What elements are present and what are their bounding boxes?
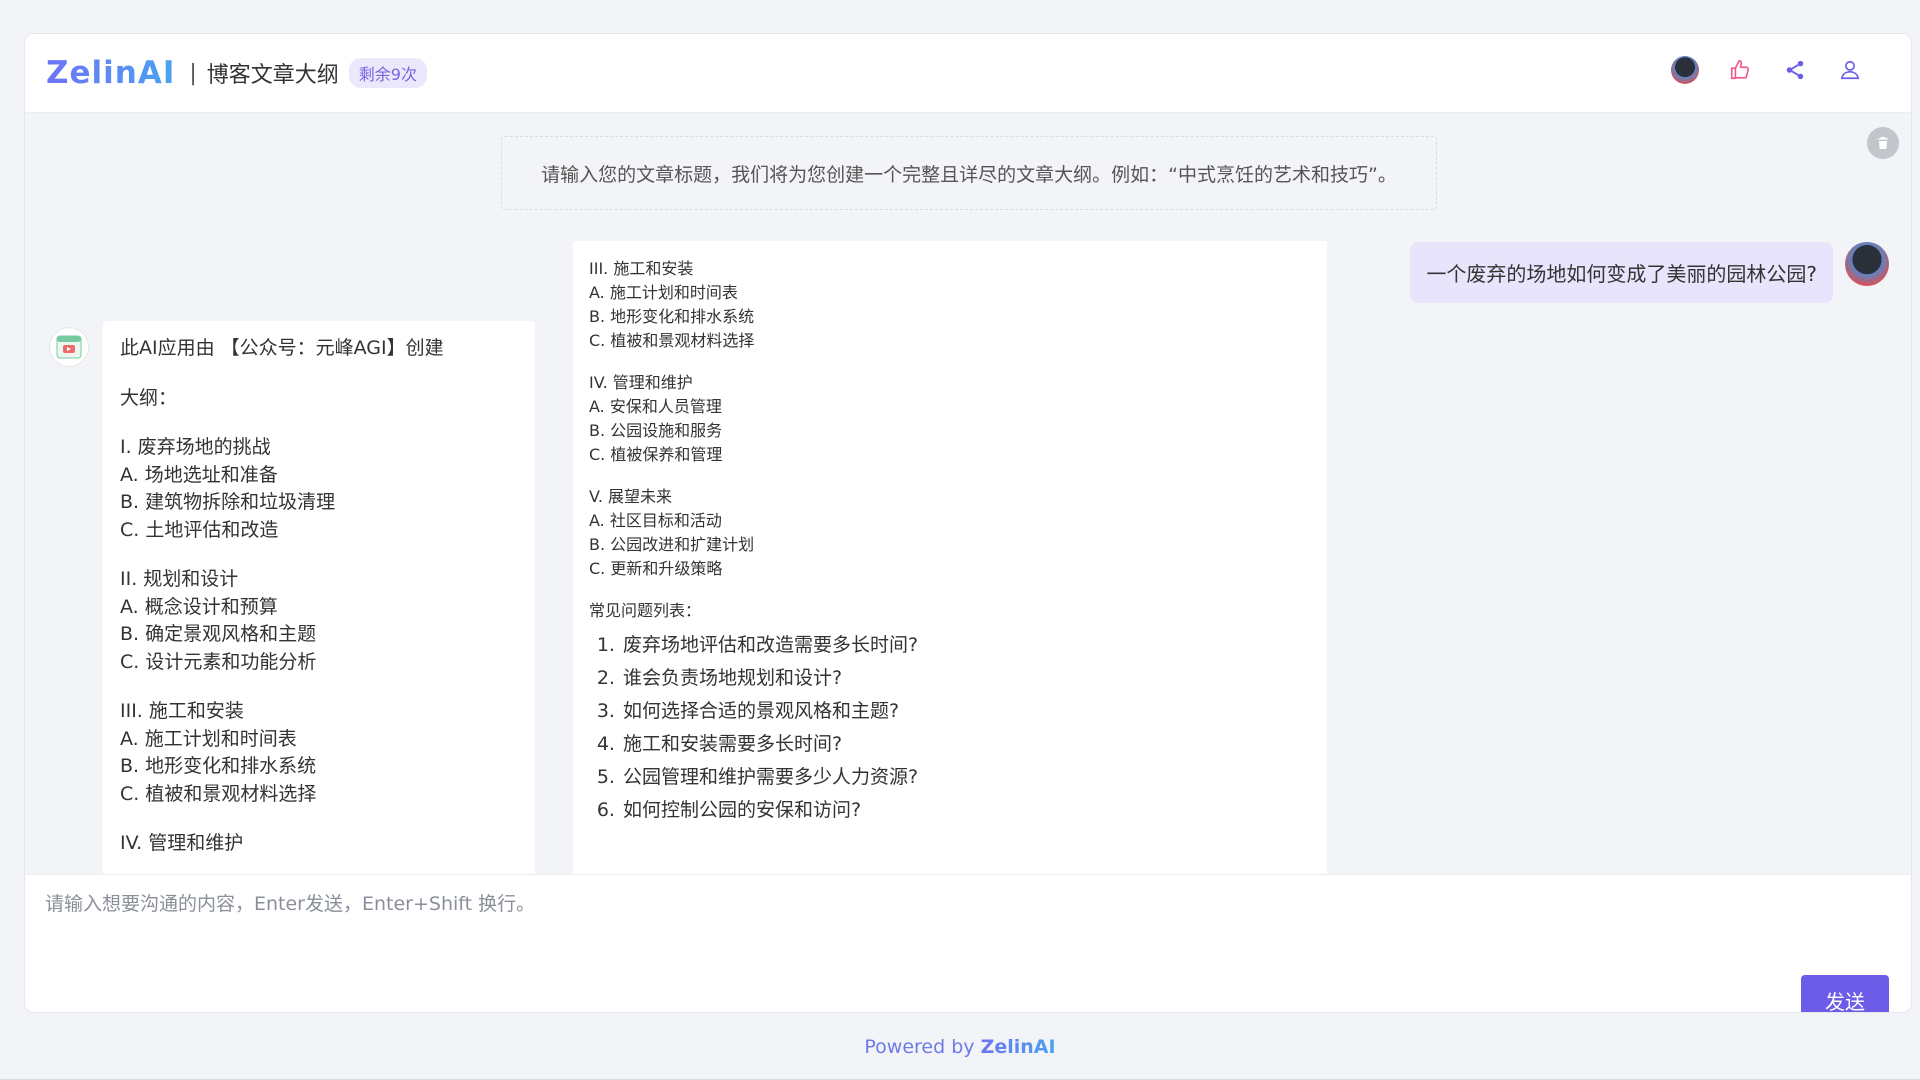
bot-message-2: III. 施工和安装 A. 施工计划和时间表 B. 地形变化和排水系统 C. 植… xyxy=(573,241,1327,874)
bot-credit-text: 此AI应用由 【公众号：元峰AGI】创建 xyxy=(120,337,444,359)
outline-section: III. 施工和安装 A. 施工计划和时间表 B. 地形变化和排水系统 C. 植… xyxy=(120,698,518,808)
outline-line: I. 废弃场地的挑战 xyxy=(120,436,271,458)
outline-line: B. 确定景观风格和主题 xyxy=(120,623,317,645)
outline-line: C. 设计元素和功能分析 xyxy=(120,650,317,673)
user-avatar-icon xyxy=(1670,55,1699,84)
outline-line: C. 植被和景观材料选择 xyxy=(589,331,755,350)
footer-brand[interactable]: ZelinAI xyxy=(981,1036,1056,1058)
outline-line: IV. 管理和维护 xyxy=(589,373,693,392)
bot-app-icon xyxy=(56,335,82,359)
bot-message-1: 此AI应用由 【公众号：元峰AGI】创建 大纲： I. 废弃场地的挑战 A. 场… xyxy=(103,321,535,874)
outline-line: B. 公园改进和扩建计划 xyxy=(589,535,755,554)
outline-section: I. 废弃场地的挑战 A. 场地选址和准备 B. 建筑物拆除和垃圾清理 C. 土… xyxy=(120,434,518,544)
logo: ZelinAI xyxy=(46,55,176,91)
outline-section: IV. 管理和维护 xyxy=(120,830,518,858)
outline-line: C. 土地评估和改造 xyxy=(120,518,279,541)
remaining-uses-badge: 剩余9次 xyxy=(348,58,427,88)
message-input[interactable] xyxy=(43,887,1607,971)
faq-item: 谁会负责场地规划和设计? xyxy=(621,662,1311,695)
share-icon xyxy=(1786,60,1803,79)
footer: Powered by ZelinAI xyxy=(0,1036,1920,1058)
outline-line: A. 施工计划和时间表 xyxy=(120,727,297,750)
intro-prompt: 请输入您的文章标题，我们将为您创建一个完整且详尽的文章大纲。例如：“中式烹饪的艺… xyxy=(501,136,1437,210)
faq-item: 公园管理和维护需要多少人力资源? xyxy=(621,761,1311,794)
avatar-button[interactable] xyxy=(1669,54,1700,85)
outline-label: 大纲： xyxy=(120,386,178,409)
outline-line: V. 展望未来 xyxy=(589,487,673,506)
faq-item: 施工和安装需要多长时间? xyxy=(621,728,1311,761)
chat-area[interactable]: 请输入您的文章标题，我们将为您创建一个完整且详尽的文章大纲。例如：“中式烹饪的艺… xyxy=(25,113,1911,874)
outline-line: C. 更新和升级策略 xyxy=(589,559,723,578)
thumbs-up-icon xyxy=(1730,59,1749,79)
trash-icon xyxy=(1877,137,1889,149)
account-button[interactable] xyxy=(1834,54,1865,85)
outline-line: B. 地形变化和排水系统 xyxy=(589,307,755,326)
person-icon xyxy=(1840,60,1859,79)
outline-line: A. 社区目标和活动 xyxy=(589,511,722,530)
outline-line: A. 场地选址和准备 xyxy=(120,463,278,486)
faq-item: 如何控制公园的安保和访问? xyxy=(621,794,1311,827)
share-button[interactable] xyxy=(1779,54,1810,85)
send-button[interactable]: 发送 xyxy=(1801,975,1889,1012)
outline-line: A. 概念设计和预算 xyxy=(120,595,278,618)
page-title: 博客文章大纲 xyxy=(206,63,339,88)
user-avatar xyxy=(1845,242,1889,286)
outline-line: III. 施工和安装 xyxy=(120,700,244,722)
outline-line: B. 地形变化和排水系统 xyxy=(120,755,317,777)
header-actions xyxy=(1669,54,1865,85)
outline-line: IV. 管理和维护 xyxy=(120,832,244,854)
outline-line: III. 施工和安装 xyxy=(589,259,694,278)
user-message: 一个废弃的场地如何变成了美丽的园林公园? xyxy=(1410,242,1833,303)
outline-section: II. 规划和设计 A. 概念设计和预算 B. 确定景观风格和主题 C. 设计元… xyxy=(120,566,518,676)
faq-list: 废弃场地评估和改造需要多长时间? 谁会负责场地规划和设计? 如何选择合适的景观风… xyxy=(589,629,1311,827)
header-separator: | xyxy=(189,60,197,86)
composer: 发送 xyxy=(25,874,1911,1012)
intro-text: 请输入您的文章标题，我们将为您创建一个完整且详尽的文章大纲。例如：“中式烹饪的艺… xyxy=(541,163,1397,186)
outline-section: IV. 管理和维护 A. 安保和人员管理 B. 公园设施和服务 C. 植被保养和… xyxy=(589,371,1311,467)
outline-line: A. 安保和人员管理 xyxy=(589,397,722,416)
bot-avatar xyxy=(49,327,89,367)
like-button[interactable] xyxy=(1724,54,1755,85)
outline-line: C. 植被和景观材料选择 xyxy=(120,782,317,805)
outline-line: C. 植被保养和管理 xyxy=(589,445,723,464)
outline-section: V. 展望未来 A. 社区目标和活动 B. 公园改进和扩建计划 C. 更新和升级… xyxy=(589,485,1311,581)
faq-item: 废弃场地评估和改造需要多长时间? xyxy=(621,629,1311,662)
faq-label: 常见问题列表： xyxy=(589,601,702,620)
powered-by-text: Powered by xyxy=(864,1036,975,1058)
faq-item: 如何选择合适的景观风格和主题? xyxy=(621,695,1311,728)
user-message-text: 一个废弃的场地如何变成了美丽的园林公园? xyxy=(1426,262,1817,286)
outline-line: A. 施工计划和时间表 xyxy=(589,283,738,302)
outline-line: II. 规划和设计 xyxy=(120,568,239,590)
outline-section: III. 施工和安装 A. 施工计划和时间表 B. 地形变化和排水系统 C. 植… xyxy=(589,257,1311,353)
outline-line: B. 公园设施和服务 xyxy=(589,421,723,440)
header: ZelinAI | 博客文章大纲 剩余9次 xyxy=(25,34,1911,113)
outline-line: B. 建筑物拆除和垃圾清理 xyxy=(120,491,336,513)
app-window: ZelinAI | 博客文章大纲 剩余9次 请输入您的文章标题，我们将为您创建一… xyxy=(24,33,1912,1013)
clear-chat-button[interactable] xyxy=(1867,127,1899,159)
